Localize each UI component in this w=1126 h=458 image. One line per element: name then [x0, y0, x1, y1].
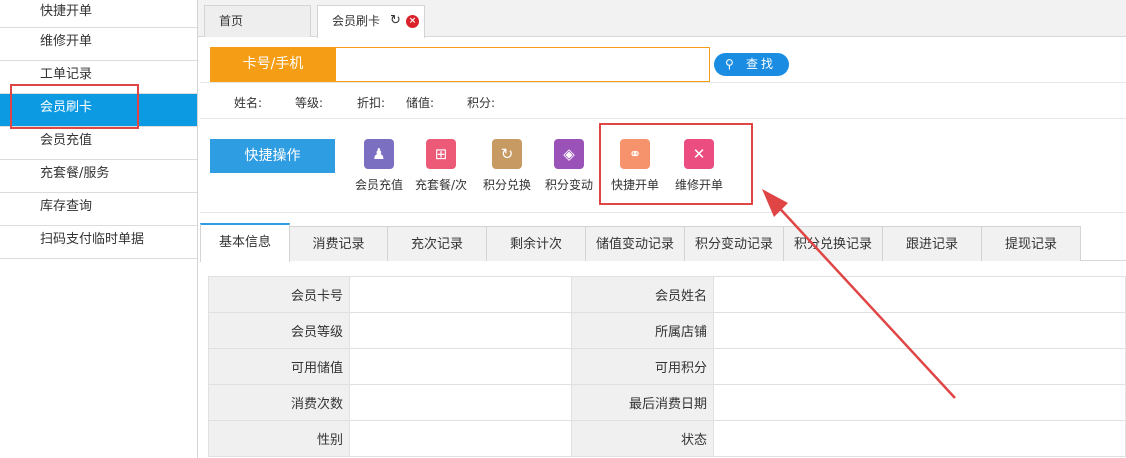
quick-action-points-exchange[interactable]: ↻ 积分兑换 [475, 139, 539, 199]
info-level-label: 等级: [295, 96, 324, 110]
quick-action-label: 快捷开单 [610, 178, 659, 192]
sidebar-item-work-orders[interactable]: 工单记录 [0, 61, 197, 94]
field-value [713, 276, 1126, 313]
tab-points-change-records[interactable]: 积分变动记录 [685, 226, 784, 261]
field-value [349, 276, 572, 313]
tab-consumption-records[interactable]: 消费记录 [290, 226, 388, 261]
quick-action-quick-order[interactable]: ⚭ 快捷开单 [603, 139, 667, 199]
sidebar-item-repair-order[interactable]: 维修开单 [0, 28, 197, 61]
quick-action-label: 充套餐/次 [414, 178, 468, 192]
quick-action-member-recharge[interactable]: ♟ 会员充值 [347, 139, 411, 199]
field-value [349, 348, 572, 385]
field-label: 状态 [571, 420, 714, 457]
field-label: 性别 [208, 420, 350, 457]
info-name-label: 姓名: [234, 96, 263, 110]
table-row: 消费次数 最后消费日期 [208, 384, 1126, 421]
sidebar-item-inventory[interactable]: 库存查询 [0, 193, 197, 226]
sidebar-item-member-recharge[interactable]: 会员充值 [0, 127, 197, 160]
card-phone-label: 卡号/手机 [210, 47, 336, 82]
quick-action-points-change[interactable]: ◈ 积分变动 [537, 139, 601, 199]
sidebar-item-member-card[interactable]: 会员刷卡 [0, 94, 197, 127]
sidebar-item-quick-order[interactable]: 快捷开单 [0, 0, 197, 28]
field-label: 所属店铺 [571, 312, 714, 349]
info-balance-label: 储值: [406, 96, 435, 110]
field-value [349, 312, 572, 349]
member-info-table: 会员卡号 会员姓名 会员等级 所属店铺 可用储值 可用积分 消费次数 最后消费日… [208, 276, 1126, 457]
close-icon[interactable]: × [406, 15, 419, 28]
tab-bar: 首页 会员刷卡 ↻ × [198, 0, 1126, 38]
quick-action-label: 会员充值 [354, 178, 403, 192]
field-value [713, 420, 1126, 457]
tab-home-label: 首页 [219, 14, 244, 28]
sidebar-item-scan-pay-temp[interactable]: 扫码支付临时单据 [0, 226, 197, 259]
quick-action-label: 积分兑换 [482, 178, 531, 192]
field-label: 可用储值 [208, 348, 350, 385]
search-button-label: 查找 [746, 57, 777, 71]
tab-points-exchange-records[interactable]: 积分兑换记录 [784, 226, 883, 261]
info-points-label: 积分: [467, 96, 496, 110]
sidebar: 快捷开单 维修开单 工单记录 会员刷卡 会员充值 充套餐/服务 库存查询 扫码支… [0, 0, 198, 458]
card-phone-input[interactable] [336, 47, 710, 82]
quick-action-label: 维修开单 [674, 178, 723, 192]
exchange-icon: ↻ [492, 139, 522, 169]
refresh-icon[interactable]: ↻ [390, 6, 401, 36]
field-label: 会员姓名 [571, 276, 714, 313]
quick-action-package[interactable]: ⊞ 充套餐/次 [409, 139, 473, 199]
divider [200, 118, 1126, 119]
field-value [349, 384, 572, 421]
field-label: 最后消费日期 [571, 384, 714, 421]
tab-member-card[interactable]: 会员刷卡 ↻ × [317, 5, 425, 38]
tab-withdrawal-records[interactable]: 提现记录 [982, 226, 1081, 261]
detail-tab-bar: 基本信息 消费记录 充次记录 剩余计次 储值变动记录 积分变动记录 积分兑换记录… [200, 222, 1126, 262]
tab-member-card-label: 会员刷卡 [332, 14, 381, 28]
sidebar-item-package-service[interactable]: 充套餐/服务 [0, 160, 197, 193]
field-value [713, 384, 1126, 421]
search-button[interactable]: ⚲ 查找 [714, 53, 789, 76]
tab-basic-info[interactable]: 基本信息 [200, 223, 290, 262]
tab-balance-change-records[interactable]: 储值变动记录 [586, 226, 685, 261]
tab-home[interactable]: 首页 [204, 5, 311, 37]
quick-action-label: 积分变动 [544, 178, 593, 192]
quick-order-icon: ⚭ [620, 139, 650, 169]
field-label: 可用积分 [571, 348, 714, 385]
tab-remaining-counts[interactable]: 剩余计次 [487, 226, 586, 261]
search-icon: ⚲ [725, 57, 734, 71]
tag-icon: ◈ [554, 139, 584, 169]
quick-actions-label: 快捷操作 [210, 139, 335, 173]
divider [200, 212, 1126, 213]
field-value [713, 312, 1126, 349]
quick-action-repair-order[interactable]: ✕ 维修开单 [667, 139, 731, 199]
field-label: 消费次数 [208, 384, 350, 421]
divider [200, 82, 1126, 83]
info-discount-label: 折扣: [357, 96, 386, 110]
field-value [349, 420, 572, 457]
member-recharge-icon: ♟ [364, 139, 394, 169]
table-row: 会员等级 所属店铺 [208, 312, 1126, 349]
tab-follow-up-records[interactable]: 跟进记录 [883, 226, 982, 261]
field-label: 会员卡号 [208, 276, 350, 313]
repair-icon: ✕ [684, 139, 714, 169]
field-value [713, 348, 1126, 385]
tab-recharge-count-records[interactable]: 充次记录 [388, 226, 487, 261]
table-row: 性别 状态 [208, 420, 1126, 457]
table-row: 可用储值 可用积分 [208, 348, 1126, 385]
table-row: 会员卡号 会员姓名 [208, 276, 1126, 313]
package-icon: ⊞ [426, 139, 456, 169]
app-root: 快捷开单 维修开单 工单记录 会员刷卡 会员充值 充套餐/服务 库存查询 扫码支… [0, 0, 1126, 458]
field-label: 会员等级 [208, 312, 350, 349]
